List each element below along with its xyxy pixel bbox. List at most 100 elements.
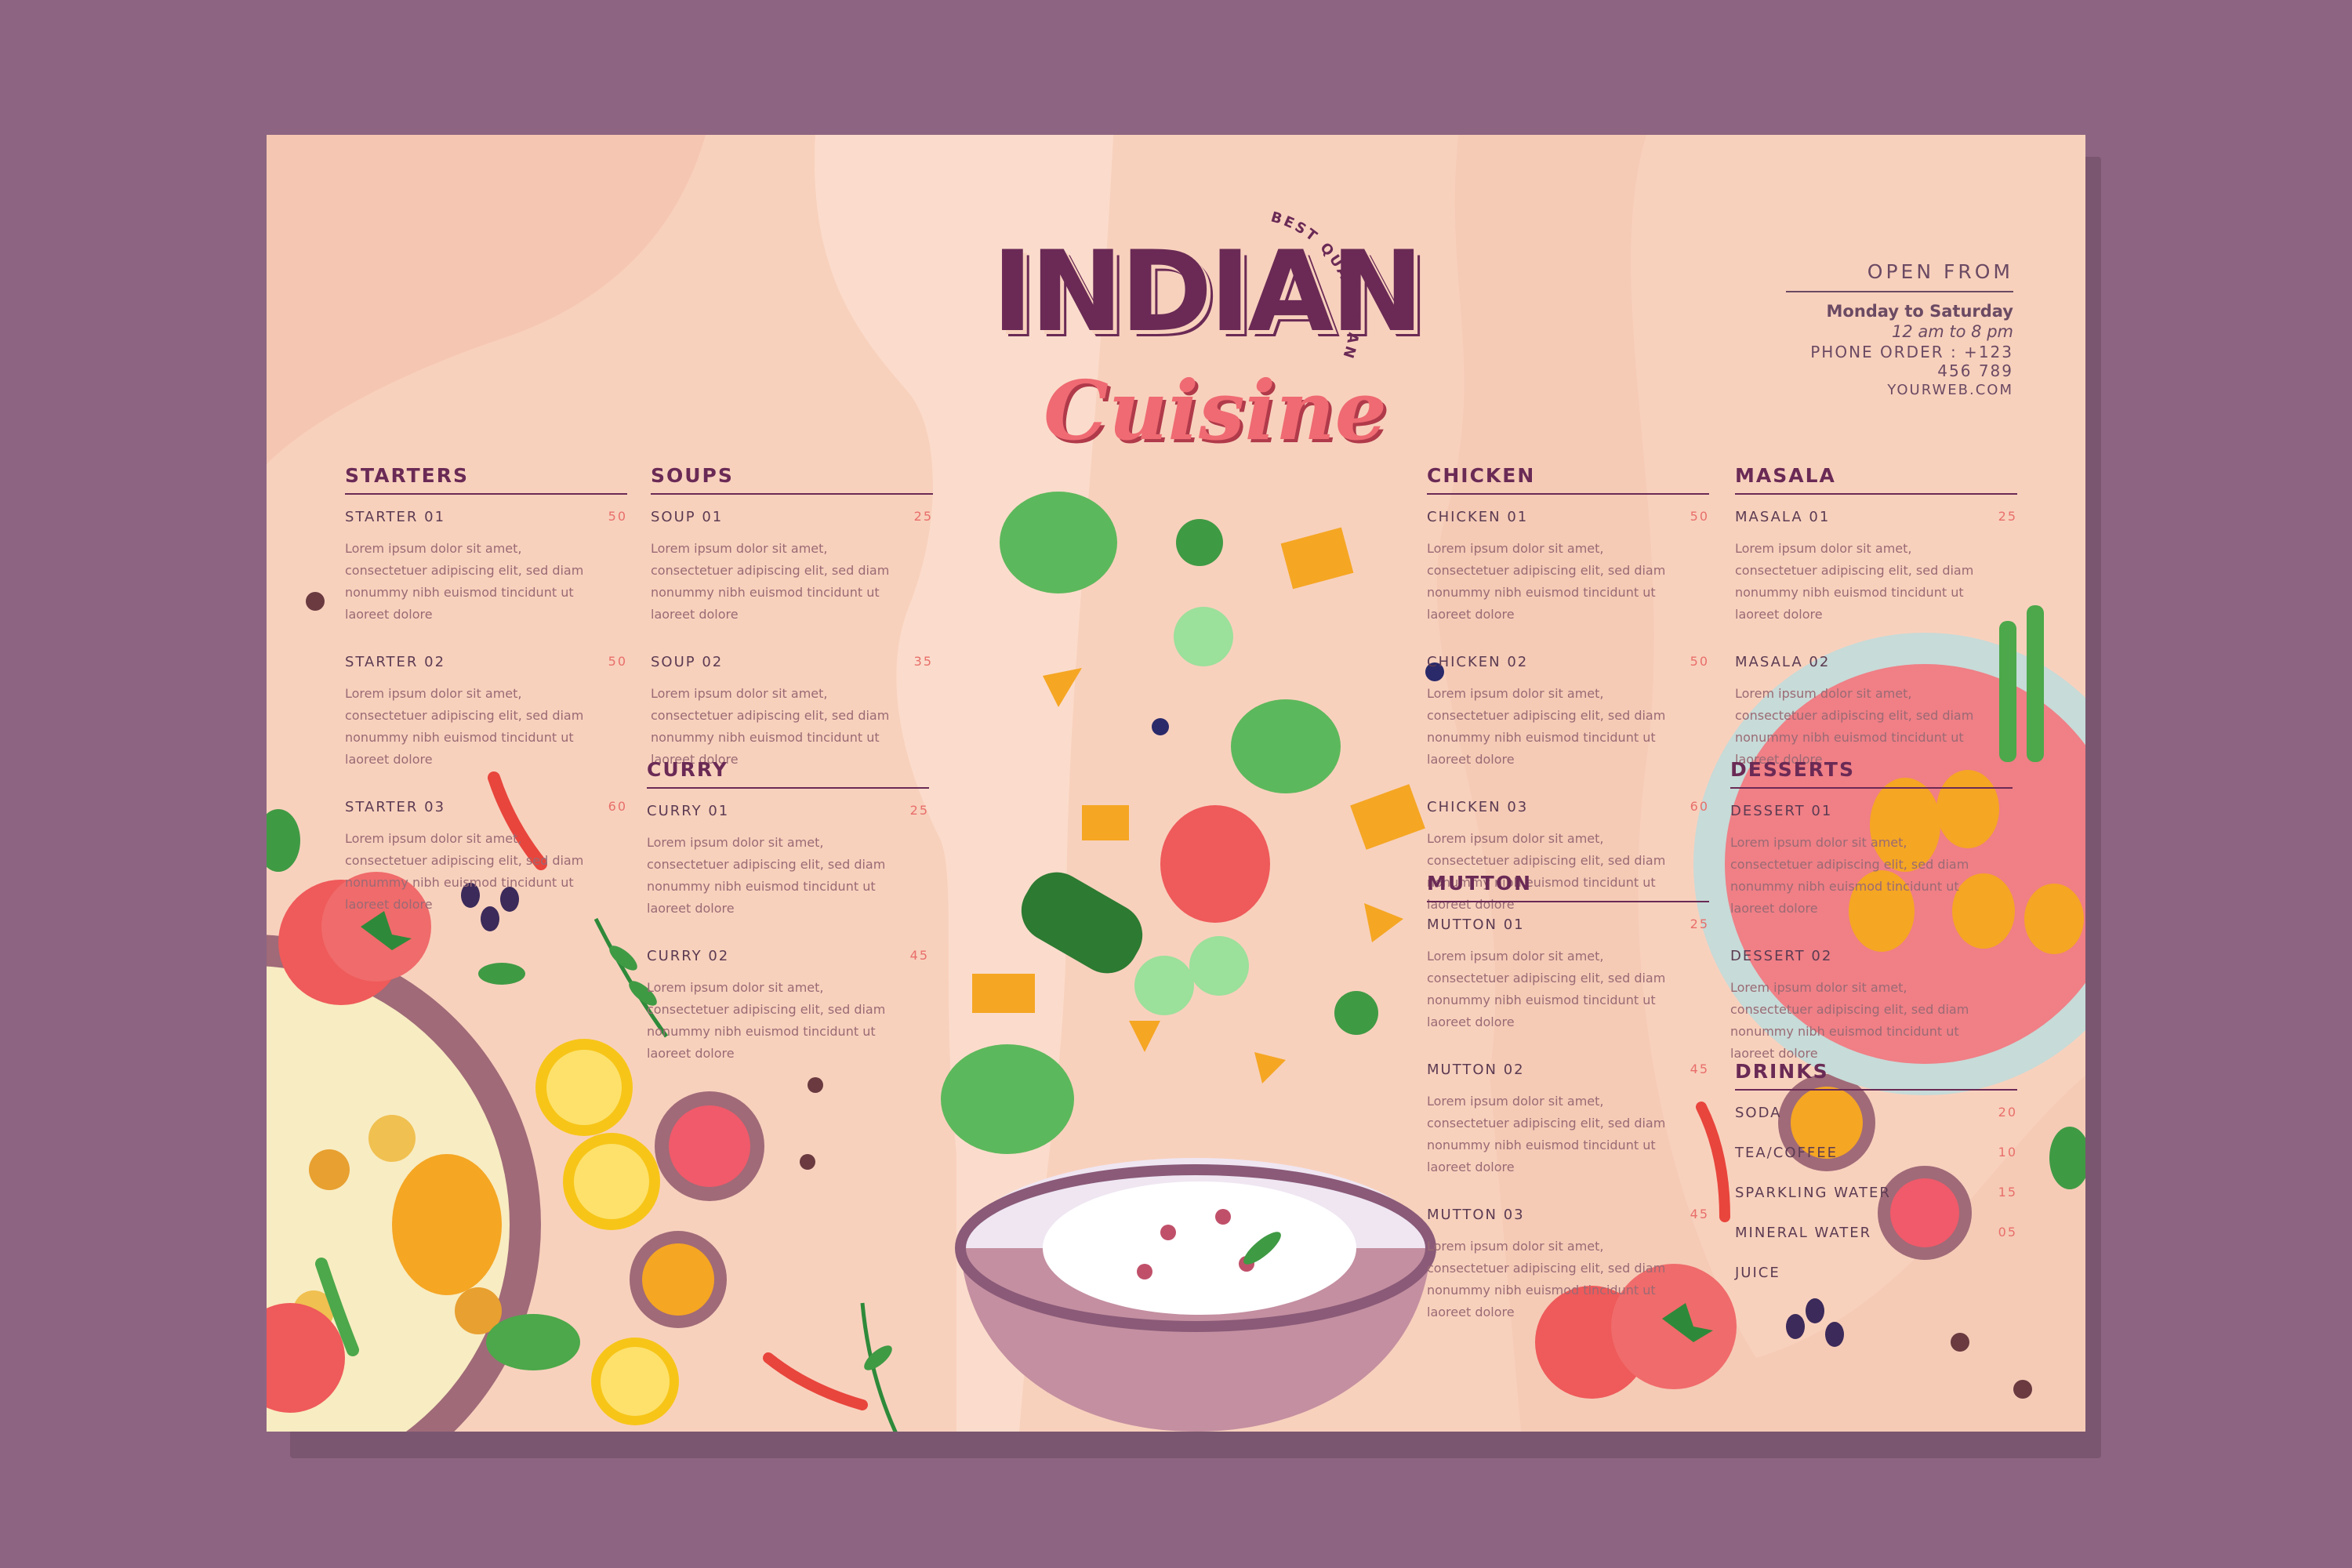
- item-desc: Lorem ipsum dolor sit amet, consectetuer…: [1427, 949, 1666, 1029]
- drink-item: SPARKLING WATER 15: [1735, 1185, 2017, 1201]
- item-name: CHICKEN 01: [1427, 509, 1529, 525]
- menu-item: MUTTON 01 25 Lorem ipsum dolor sit amet, …: [1427, 916, 1709, 1033]
- menu-item: DESSERT 02 Lorem ipsum dolor sit amet, c…: [1730, 948, 2013, 1065]
- item-price: 25: [1690, 916, 1709, 931]
- item-price: 60: [608, 799, 627, 814]
- curry-title: CURRY: [647, 758, 929, 789]
- item-desc: Lorem ipsum dolor sit amet, consectetuer…: [647, 835, 886, 916]
- item-name: CHICKEN 02: [1427, 654, 1529, 670]
- menu-item: SOUP 01 25 Lorem ipsum dolor sit amet, co…: [651, 509, 933, 626]
- item-name: MASALA 02: [1735, 654, 1831, 670]
- item-name: STARTER 02: [345, 654, 446, 670]
- soups-title: SOUPS: [651, 464, 933, 495]
- drinks-title: DRINKS: [1735, 1060, 2017, 1091]
- menu-item: MUTTON 03 45 Lorem ipsum dolor sit amet, …: [1427, 1207, 1709, 1323]
- item-price: 25: [909, 803, 929, 818]
- phone-order: PHONE ORDER : +123 456 789: [1810, 343, 2013, 380]
- item-desc: Lorem ipsum dolor sit amet, consectetuer…: [345, 541, 584, 622]
- item-price: 60: [1690, 799, 1709, 814]
- item-name: MUTTON 01: [1427, 916, 1525, 933]
- drink-price: 10: [1998, 1145, 2017, 1160]
- menu-item: STARTER 03 60 Lorem ipsum dolor sit amet,…: [345, 799, 627, 916]
- menu-item: SOUP 02 35 Lorem ipsum dolor sit amet, co…: [651, 654, 933, 771]
- menu-item: MUTTON 02 45 Lorem ipsum dolor sit amet, …: [1427, 1062, 1709, 1178]
- item-price: 45: [909, 948, 929, 963]
- item-desc: Lorem ipsum dolor sit amet, consectetuer…: [1427, 686, 1666, 767]
- item-name: DESSERT 02: [1730, 948, 1833, 964]
- item-desc: Lorem ipsum dolor sit amet, consectetuer…: [1730, 835, 1969, 916]
- drink-item: TEA/COFFEE 10: [1735, 1145, 2017, 1161]
- desserts-section: DESSERTS DESSERT 01 Lorem ipsum dolor si…: [1730, 758, 2013, 1093]
- open-heading: OPEN FROM: [1786, 260, 2013, 292]
- item-name: STARTER 03: [345, 799, 446, 815]
- item-name: DESSERT 01: [1730, 803, 1833, 819]
- soups-section: SOUPS SOUP 01 25 Lorem ipsum dolor sit am…: [651, 464, 933, 799]
- open-hours: 12 am to 8 pm: [1892, 322, 2013, 341]
- drink-item: MINERAL WATER 05: [1735, 1225, 2017, 1241]
- starters-title: STARTERS: [345, 464, 627, 495]
- drink-name: SPARKLING WATER: [1735, 1185, 1891, 1201]
- drink-item: SODA 20: [1735, 1105, 2017, 1121]
- lemon-slices-illustration: [535, 1039, 679, 1425]
- item-price: 50: [1690, 509, 1709, 524]
- opening-info: OPEN FROM Monday to Saturday 12 am to 8 …: [1786, 260, 2013, 398]
- menu-item: CURRY 02 45 Lorem ipsum dolor sit amet, c…: [647, 948, 929, 1065]
- drink-item: JUICE: [1735, 1265, 2017, 1281]
- chicken-title: CHICKEN: [1427, 464, 1709, 495]
- item-name: MASALA 01: [1735, 509, 1831, 525]
- item-desc: Lorem ipsum dolor sit amet, consectetuer…: [345, 831, 584, 912]
- item-name: CHICKEN 03: [1427, 799, 1529, 815]
- item-price: 25: [1998, 509, 2017, 524]
- open-days: Monday to Saturday: [1826, 302, 2014, 321]
- item-name: SOUP 02: [651, 654, 724, 670]
- drink-name: TEA/COFFEE: [1735, 1145, 1838, 1161]
- drinks-section: DRINKS SODA 20 TEA/COFFEE 10 SPARKLING WAT…: [1735, 1060, 2017, 1305]
- quality-badge-text: BEST QUALITY AND PRICE: [1247, 182, 1360, 362]
- drink-price: 15: [1998, 1185, 2017, 1200]
- curry-section: CURRY CURRY 01 25 Lorem ipsum dolor sit a…: [647, 758, 929, 1093]
- item-desc: Lorem ipsum dolor sit amet, consectetuer…: [647, 980, 886, 1061]
- item-desc: Lorem ipsum dolor sit amet, consectetuer…: [651, 541, 890, 622]
- menu-item: STARTER 01 50 Lorem ipsum dolor sit amet,…: [345, 509, 627, 626]
- item-desc: Lorem ipsum dolor sit amet, consectetuer…: [1427, 1239, 1666, 1319]
- menu-item: MASALA 02 Lorem ipsum dolor sit amet, co…: [1735, 654, 2017, 771]
- item-price: 45: [1690, 1062, 1709, 1076]
- item-name: STARTER 01: [345, 509, 446, 525]
- mutton-title: MUTTON: [1427, 872, 1709, 902]
- item-price: 50: [1690, 654, 1709, 669]
- menu-card: INDIAN Cuisine BEST QUALITY AND PRICE OP…: [267, 135, 2085, 1432]
- menu-item: CURRY 01 25 Lorem ipsum dolor sit amet, c…: [647, 803, 929, 920]
- rice-bowl-illustration: [955, 1158, 1436, 1432]
- masala-title: MASALA: [1735, 464, 2017, 495]
- menu-item: CHICKEN 02 50 Lorem ipsum dolor sit amet,…: [1427, 654, 1709, 771]
- bg-blob-left: [267, 135, 706, 464]
- item-desc: Lorem ipsum dolor sit amet, consectetuer…: [1427, 1094, 1666, 1174]
- item-price: 35: [913, 654, 933, 669]
- masala-section: MASALA MASALA 01 25 Lorem ipsum dolor sit…: [1735, 464, 2017, 799]
- menu-item: STARTER 02 50 Lorem ipsum dolor sit amet,…: [345, 654, 627, 771]
- starters-section: STARTERS STARTER 01 50 Lorem ipsum dolor …: [345, 464, 627, 944]
- item-name: MUTTON 02: [1427, 1062, 1525, 1078]
- menu-item: DESSERT 01 Lorem ipsum dolor sit amet, c…: [1730, 803, 2013, 920]
- svg-text:BEST QUALITY AND PRICE: BEST QUALITY AND PRICE: [1247, 182, 1363, 362]
- item-desc: Lorem ipsum dolor sit amet, consectetuer…: [1735, 541, 1974, 622]
- item-price: 50: [608, 654, 627, 669]
- item-name: SOUP 01: [651, 509, 724, 525]
- website: YOURWEB.COM: [1887, 382, 2013, 398]
- item-desc: Lorem ipsum dolor sit amet, consectetuer…: [1427, 541, 1666, 622]
- menu-item: CHICKEN 01 50 Lorem ipsum dolor sit amet,…: [1427, 509, 1709, 626]
- drink-name: SODA: [1735, 1105, 1782, 1121]
- item-price: 25: [913, 509, 933, 524]
- drink-name: MINERAL WATER: [1735, 1225, 1872, 1241]
- item-price: 45: [1690, 1207, 1709, 1221]
- item-name: CURRY 02: [647, 948, 730, 964]
- desserts-title: DESSERTS: [1730, 758, 2013, 789]
- item-desc: Lorem ipsum dolor sit amet, consectetuer…: [1730, 980, 1969, 1061]
- item-name: CURRY 01: [647, 803, 730, 819]
- chili-illustration-2: [763, 1352, 868, 1410]
- mutton-section: MUTTON MUTTON 01 25 Lorem ipsum dolor sit…: [1427, 872, 1709, 1352]
- quality-badge: BEST QUALITY AND PRICE: [1247, 182, 1363, 362]
- menu-item: MASALA 01 25 Lorem ipsum dolor sit amet, …: [1735, 509, 2017, 626]
- item-price: 50: [608, 509, 627, 524]
- drink-price: 05: [1998, 1225, 2017, 1240]
